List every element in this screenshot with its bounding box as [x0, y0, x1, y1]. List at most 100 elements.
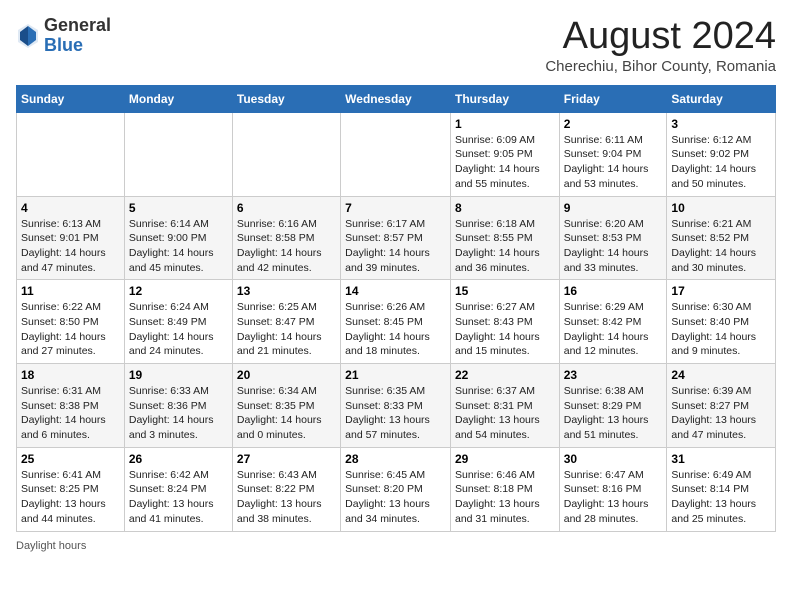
day-number: 8: [455, 201, 555, 215]
day-number: 7: [345, 201, 446, 215]
calendar-cell: 4 Sunrise: 6:13 AM Sunset: 9:01 PM Daylig…: [17, 196, 125, 280]
calendar-cell: 27Sunrise: 6:43 AM Sunset: 8:22 PM Dayli…: [232, 447, 340, 531]
calendar-cell: 11Sunrise: 6:22 AM Sunset: 8:50 PM Dayli…: [17, 280, 125, 364]
calendar-cell: 21 Sunrise: 6:35 AM Sunset: 8:33 PM Dayli…: [341, 364, 451, 448]
calendar-cell: 16Sunrise: 6:29 AM Sunset: 8:42 PM Dayli…: [559, 280, 667, 364]
day-info: Sunrise: 6:33 AM Sunset: 8:36 PM Dayligh…: [129, 384, 228, 443]
day-info: Sunrise: 6:14 AM Sunset: 9:00 PM Dayligh…: [129, 217, 228, 276]
day-info: Sunrise: 6:26 AM Sunset: 8:45 PM Dayligh…: [345, 300, 446, 359]
day-info: Sunrise: 6:35 AM Sunset: 8:33 PM Dayligh…: [345, 384, 446, 443]
day-info: Sunrise: 6:45 AM Sunset: 8:20 PM Dayligh…: [345, 468, 446, 527]
page-header: General Blue August 2024 Cherechiu, Biho…: [16, 16, 776, 75]
day-info: Sunrise: 6:49 AM Sunset: 8:14 PM Dayligh…: [671, 468, 771, 527]
day-info: Sunrise: 6:16 AM Sunset: 8:58 PM Dayligh…: [237, 217, 336, 276]
logo: General Blue: [16, 16, 111, 56]
calendar-cell: 26Sunrise: 6:42 AM Sunset: 8:24 PM Dayli…: [124, 447, 232, 531]
calendar-cell: 22 Sunrise: 6:37 AM Sunset: 8:31 PM Dayli…: [450, 364, 559, 448]
day-header-friday: Friday: [559, 85, 667, 112]
logo-icon: [16, 22, 40, 50]
calendar-cell: 3 Sunrise: 6:12 AM Sunset: 9:02 PM Daylig…: [667, 112, 776, 196]
day-number: 3: [671, 117, 771, 131]
day-header-sunday: Sunday: [17, 85, 125, 112]
day-info: Sunrise: 6:37 AM Sunset: 8:31 PM Dayligh…: [455, 384, 555, 443]
day-info: Sunrise: 6:11 AM Sunset: 9:04 PM Dayligh…: [564, 133, 663, 192]
calendar-cell: 17Sunrise: 6:30 AM Sunset: 8:40 PM Dayli…: [667, 280, 776, 364]
location-title: Cherechiu, Bihor County, Romania: [545, 58, 776, 75]
calendar-cell: 9Sunrise: 6:20 AM Sunset: 8:53 PM Daylig…: [559, 196, 667, 280]
day-number: 4: [21, 201, 120, 215]
day-header-saturday: Saturday: [667, 85, 776, 112]
day-number: 10: [671, 201, 771, 215]
day-number: 21: [345, 368, 446, 382]
calendar-cell: 15 Sunrise: 6:27 AM Sunset: 8:43 PM Dayli…: [450, 280, 559, 364]
day-number: 28: [345, 452, 446, 466]
logo-blue-text: Blue: [44, 36, 111, 56]
calendar-cell: 2Sunrise: 6:11 AM Sunset: 9:04 PM Daylig…: [559, 112, 667, 196]
calendar-cell: [232, 112, 340, 196]
calendar-cell: [341, 112, 451, 196]
day-info: Sunrise: 6:39 AM Sunset: 8:27 PM Dayligh…: [671, 384, 771, 443]
calendar-cell: [124, 112, 232, 196]
calendar-header-row: SundayMondayTuesdayWednesdayThursdayFrid…: [17, 85, 776, 112]
calendar-table: SundayMondayTuesdayWednesdayThursdayFrid…: [16, 85, 776, 532]
day-info: Sunrise: 6:27 AM Sunset: 8:43 PM Dayligh…: [455, 300, 555, 359]
day-info: Sunrise: 6:24 AM Sunset: 8:49 PM Dayligh…: [129, 300, 228, 359]
day-info: Sunrise: 6:12 AM Sunset: 9:02 PM Dayligh…: [671, 133, 771, 192]
calendar-cell: 6Sunrise: 6:16 AM Sunset: 8:58 PM Daylig…: [232, 196, 340, 280]
day-number: 26: [129, 452, 228, 466]
calendar-cell: 10 Sunrise: 6:21 AM Sunset: 8:52 PM Dayli…: [667, 196, 776, 280]
day-number: 5: [129, 201, 228, 215]
logo-text: General Blue: [44, 16, 111, 56]
day-number: 9: [564, 201, 663, 215]
day-number: 23: [564, 368, 663, 382]
calendar-cell: 5 Sunrise: 6:14 AM Sunset: 9:00 PM Daylig…: [124, 196, 232, 280]
logo-general-text: General: [44, 16, 111, 36]
day-header-wednesday: Wednesday: [341, 85, 451, 112]
day-info: Sunrise: 6:21 AM Sunset: 8:52 PM Dayligh…: [671, 217, 771, 276]
calendar-cell: 14Sunrise: 6:26 AM Sunset: 8:45 PM Dayli…: [341, 280, 451, 364]
calendar-cell: 25Sunrise: 6:41 AM Sunset: 8:25 PM Dayli…: [17, 447, 125, 531]
calendar-cell: 20Sunrise: 6:34 AM Sunset: 8:35 PM Dayli…: [232, 364, 340, 448]
calendar-cell: 7Sunrise: 6:17 AM Sunset: 8:57 PM Daylig…: [341, 196, 451, 280]
day-number: 12: [129, 284, 228, 298]
day-number: 17: [671, 284, 771, 298]
calendar-week-2: 4 Sunrise: 6:13 AM Sunset: 9:01 PM Daylig…: [17, 196, 776, 280]
calendar-cell: 30 Sunrise: 6:47 AM Sunset: 8:16 PM Dayli…: [559, 447, 667, 531]
calendar-cell: 18 Sunrise: 6:31 AM Sunset: 8:38 PM Dayli…: [17, 364, 125, 448]
day-number: 1: [455, 117, 555, 131]
day-number: 16: [564, 284, 663, 298]
day-number: 19: [129, 368, 228, 382]
day-number: 11: [21, 284, 120, 298]
calendar-week-4: 18 Sunrise: 6:31 AM Sunset: 8:38 PM Dayli…: [17, 364, 776, 448]
day-number: 29: [455, 452, 555, 466]
day-info: Sunrise: 6:09 AM Sunset: 9:05 PM Dayligh…: [455, 133, 555, 192]
day-number: 27: [237, 452, 336, 466]
calendar-cell: 1 Sunrise: 6:09 AM Sunset: 9:05 PM Daylig…: [450, 112, 559, 196]
calendar-week-1: 1 Sunrise: 6:09 AM Sunset: 9:05 PM Daylig…: [17, 112, 776, 196]
day-info: Sunrise: 6:47 AM Sunset: 8:16 PM Dayligh…: [564, 468, 663, 527]
calendar-cell: 28 Sunrise: 6:45 AM Sunset: 8:20 PM Dayli…: [341, 447, 451, 531]
footer: Daylight hours: [16, 540, 776, 552]
day-number: 30: [564, 452, 663, 466]
day-number: 18: [21, 368, 120, 382]
day-header-thursday: Thursday: [450, 85, 559, 112]
calendar-week-3: 11Sunrise: 6:22 AM Sunset: 8:50 PM Dayli…: [17, 280, 776, 364]
calendar-week-5: 25Sunrise: 6:41 AM Sunset: 8:25 PM Dayli…: [17, 447, 776, 531]
day-number: 25: [21, 452, 120, 466]
day-number: 24: [671, 368, 771, 382]
calendar-cell: 29 Sunrise: 6:46 AM Sunset: 8:18 PM Dayli…: [450, 447, 559, 531]
day-header-monday: Monday: [124, 85, 232, 112]
daylight-hours-label: Daylight hours: [16, 540, 86, 552]
day-info: Sunrise: 6:46 AM Sunset: 8:18 PM Dayligh…: [455, 468, 555, 527]
calendar-cell: 24 Sunrise: 6:39 AM Sunset: 8:27 PM Dayli…: [667, 364, 776, 448]
day-number: 22: [455, 368, 555, 382]
calendar-cell: 13Sunrise: 6:25 AM Sunset: 8:47 PM Dayli…: [232, 280, 340, 364]
day-number: 31: [671, 452, 771, 466]
day-info: Sunrise: 6:38 AM Sunset: 8:29 PM Dayligh…: [564, 384, 663, 443]
day-info: Sunrise: 6:31 AM Sunset: 8:38 PM Dayligh…: [21, 384, 120, 443]
day-info: Sunrise: 6:18 AM Sunset: 8:55 PM Dayligh…: [455, 217, 555, 276]
calendar-cell: 31 Sunrise: 6:49 AM Sunset: 8:14 PM Dayli…: [667, 447, 776, 531]
day-info: Sunrise: 6:13 AM Sunset: 9:01 PM Dayligh…: [21, 217, 120, 276]
day-number: 20: [237, 368, 336, 382]
day-number: 15: [455, 284, 555, 298]
